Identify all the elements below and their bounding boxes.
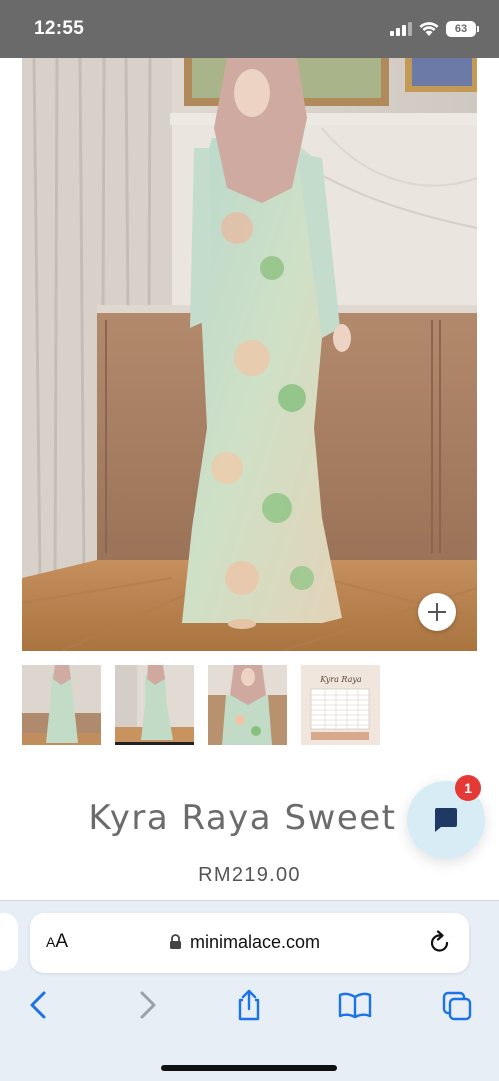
product-hero-image[interactable]: [22, 58, 477, 651]
chat-icon: [435, 808, 457, 832]
thumbnail-strip: Kyra Raya: [22, 665, 402, 745]
product-price: RM219.00: [198, 864, 301, 886]
previous-tab-preview[interactable]: [0, 913, 18, 971]
address-bar[interactable]: AA minimalace.com: [30, 913, 469, 973]
tabs-icon[interactable]: [442, 989, 472, 1021]
plus-icon: [428, 603, 446, 621]
zoom-button[interactable]: [418, 593, 456, 631]
cellular-signal-icon: [390, 22, 412, 36]
reader-text-size-button[interactable]: AA: [46, 931, 68, 953]
battery-icon: 63: [446, 21, 479, 37]
thumbnail-detail-view[interactable]: [208, 665, 287, 745]
lock-icon: [170, 934, 181, 949]
url-text[interactable]: minimalace.com: [190, 932, 320, 953]
product-title-text: Kyra Raya Sweet Mi: [88, 798, 451, 838]
bookmarks-icon[interactable]: [337, 989, 373, 1021]
thumbnail-size-chart[interactable]: Kyra Raya: [301, 665, 380, 745]
browser-chrome: AA minimalace.com: [0, 900, 499, 1081]
status-time: 12:55: [34, 18, 85, 39]
forward-icon[interactable]: [132, 989, 162, 1021]
size-chart-brand: Kyra Raya: [319, 675, 362, 684]
chat-notification-badge: 1: [455, 775, 481, 801]
back-icon[interactable]: [24, 989, 54, 1021]
thumbnail-side-view[interactable]: [115, 665, 194, 745]
share-icon[interactable]: [234, 989, 264, 1021]
wifi-icon: [419, 22, 439, 36]
home-indicator: [161, 1065, 337, 1071]
thumbnail-front-view[interactable]: [22, 665, 101, 745]
reload-icon[interactable]: [428, 930, 452, 956]
status-bar: 12:55 63: [0, 0, 499, 58]
